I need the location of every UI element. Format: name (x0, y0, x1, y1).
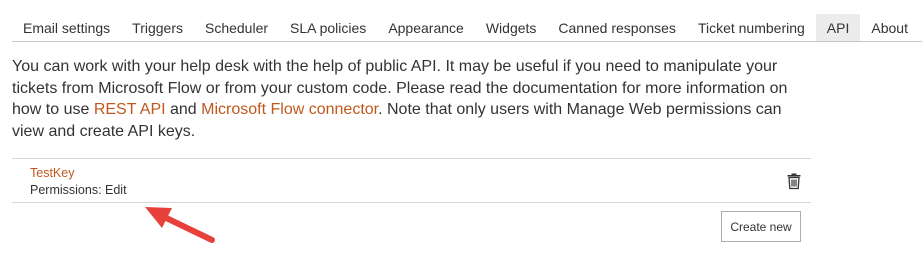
trash-icon (787, 173, 801, 190)
api-key-permissions: Permissions: Edit (30, 183, 127, 197)
delete-key-button[interactable] (786, 172, 802, 190)
settings-tabs: Email settings Triggers Scheduler SLA po… (12, 14, 922, 42)
microsoft-flow-connector-link[interactable]: Microsoft Flow connector (201, 101, 378, 118)
tab-email-settings[interactable]: Email settings (12, 14, 121, 41)
tab-canned-responses[interactable]: Canned responses (547, 14, 687, 41)
tab-appearance[interactable]: Appearance (377, 14, 475, 41)
create-new-button[interactable]: Create new (721, 211, 801, 242)
tab-widgets[interactable]: Widgets (475, 14, 548, 41)
tab-triggers[interactable]: Triggers (121, 14, 194, 41)
api-key-name-link[interactable]: TestKey (30, 166, 74, 180)
description-text: and (165, 101, 202, 118)
tab-ticket-numbering[interactable]: Ticket numbering (687, 14, 816, 41)
api-description: You can work with your help desk with th… (12, 56, 812, 142)
rest-api-link[interactable]: REST API (94, 101, 166, 118)
tab-scheduler[interactable]: Scheduler (194, 14, 279, 41)
tab-sla-policies[interactable]: SLA policies (279, 14, 377, 41)
annotation-arrow-icon (145, 207, 215, 243)
tab-api[interactable]: API (815, 14, 861, 41)
api-key-list: TestKey Permissions: Edit (12, 158, 811, 203)
tab-about[interactable]: About (860, 14, 919, 41)
